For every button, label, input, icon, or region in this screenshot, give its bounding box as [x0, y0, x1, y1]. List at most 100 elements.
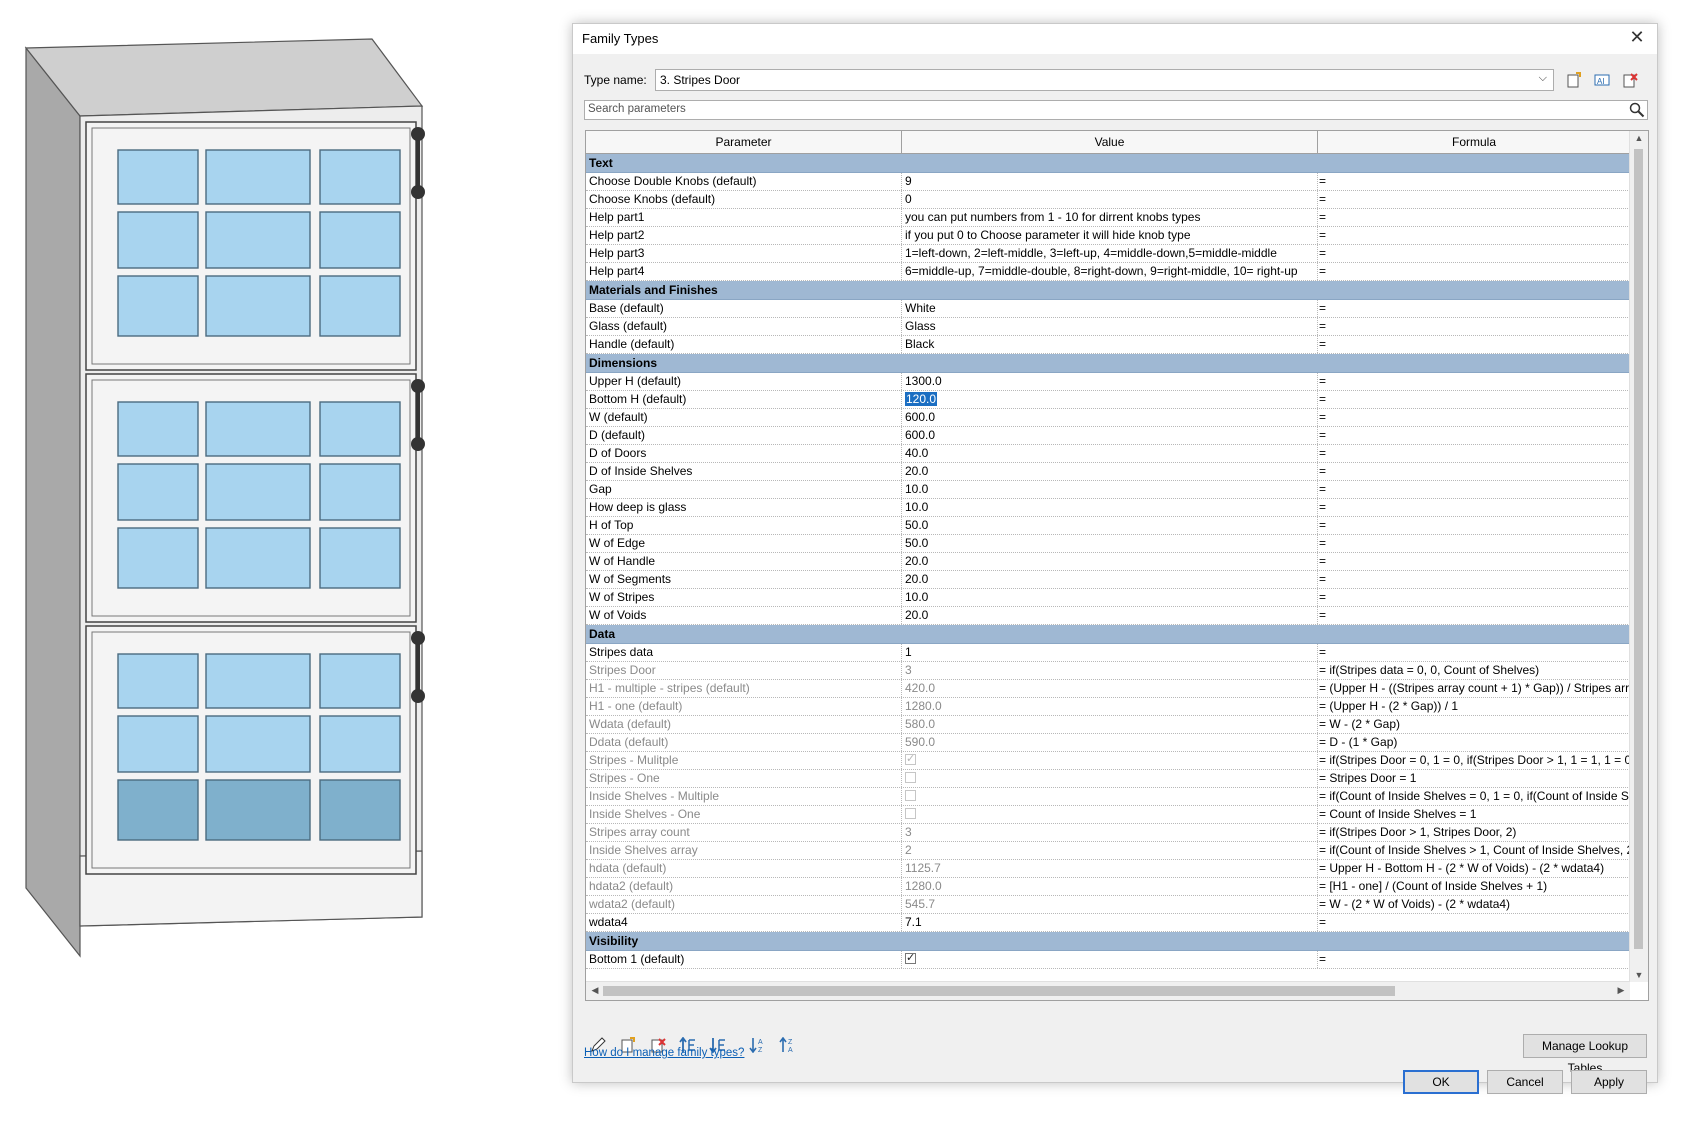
- apply-button[interactable]: Apply: [1571, 1070, 1647, 1094]
- parameter-name-cell[interactable]: D of Doors: [586, 445, 902, 462]
- parameter-value-cell[interactable]: 0: [902, 191, 1318, 208]
- formula-cell[interactable]: =: [1318, 263, 1630, 280]
- formula-cell[interactable]: = if(Stripes Door = 0, 1 = 0, if(Stripes…: [1318, 752, 1630, 769]
- formula-cell[interactable]: = W - (2 * W of Voids) - (2 * wdata4): [1318, 896, 1630, 913]
- formula-cell[interactable]: =: [1318, 245, 1630, 262]
- ok-button[interactable]: OK: [1403, 1070, 1479, 1094]
- parameter-value-cell[interactable]: 6=middle-up, 7=middle-double, 8=right-do…: [902, 263, 1318, 280]
- table-row[interactable]: W of Stripes 10.0 =: [586, 589, 1630, 607]
- parameter-name-cell[interactable]: Stripes array count: [586, 824, 902, 841]
- parameter-name-cell[interactable]: wdata4: [586, 914, 902, 931]
- parameter-name-cell[interactable]: Bottom H (default): [586, 391, 902, 408]
- table-row[interactable]: Base (default) White =: [586, 300, 1630, 318]
- table-row[interactable]: H1 - one (default) 1280.0 = (Upper H - (2 …: [586, 698, 1630, 716]
- table-row[interactable]: Help part4 6=middle-up, 7=middle-double, …: [586, 263, 1630, 281]
- parameter-name-cell[interactable]: Inside Shelves array: [586, 842, 902, 859]
- formula-cell[interactable]: = D - (1 * Gap): [1318, 734, 1630, 751]
- parameter-value-cell[interactable]: Glass: [902, 318, 1318, 335]
- parameter-value-cell[interactable]: 10.0: [902, 499, 1318, 516]
- parameter-value-cell[interactable]: 20.0: [902, 571, 1318, 588]
- formula-cell[interactable]: =: [1318, 644, 1630, 661]
- parameter-name-cell[interactable]: Handle (default): [586, 336, 902, 353]
- group-header[interactable]: Text: [586, 154, 1630, 173]
- formula-cell[interactable]: = if(Stripes Door > 1, Stripes Door, 2): [1318, 824, 1630, 841]
- parameter-name-cell[interactable]: W of Handle: [586, 553, 902, 570]
- formula-cell[interactable]: = if(Count of Inside Shelves = 0, 1 = 0,…: [1318, 788, 1630, 805]
- horizontal-scroll-thumb[interactable]: [603, 986, 1395, 996]
- group-header[interactable]: Data: [586, 625, 1630, 644]
- parameter-name-cell[interactable]: Bottom 1 (default): [586, 951, 902, 968]
- table-row[interactable]: D of Doors 40.0 =: [586, 445, 1630, 463]
- formula-cell[interactable]: =: [1318, 553, 1630, 570]
- parameter-value-cell[interactable]: 600.0: [902, 427, 1318, 444]
- formula-cell[interactable]: =: [1318, 445, 1630, 462]
- formula-cell[interactable]: =: [1318, 173, 1630, 190]
- formula-cell[interactable]: = (Upper H - (2 * Gap)) / 1: [1318, 698, 1630, 715]
- close-icon[interactable]: ✕: [1627, 27, 1647, 48]
- parameter-name-cell[interactable]: Stripes data: [586, 644, 902, 661]
- formula-cell[interactable]: =: [1318, 607, 1630, 624]
- table-row[interactable]: Bottom 1 (default) =: [586, 951, 1630, 969]
- formula-cell[interactable]: = [H1 - one] / (Count of Inside Shelves …: [1318, 878, 1630, 895]
- table-row[interactable]: hdata (default) 1125.7 = Upper H - Bottom …: [586, 860, 1630, 878]
- group-header[interactable]: Materials and Finishes: [586, 281, 1630, 300]
- parameter-name-cell[interactable]: Inside Shelves - Multiple: [586, 788, 902, 805]
- parameter-name-cell[interactable]: hdata (default): [586, 860, 902, 877]
- formula-cell[interactable]: =: [1318, 227, 1630, 244]
- column-header-formula[interactable]: Formula: [1318, 131, 1630, 153]
- parameter-name-cell[interactable]: D (default): [586, 427, 902, 444]
- parameter-name-cell[interactable]: D of Inside Shelves: [586, 463, 902, 480]
- formula-cell[interactable]: = if(Count of Inside Shelves > 1, Count …: [1318, 842, 1630, 859]
- vertical-scrollbar[interactable]: ▲ ▼: [1629, 131, 1648, 982]
- parameter-name-cell[interactable]: Upper H (default): [586, 373, 902, 390]
- table-row[interactable]: D (default) 600.0 =: [586, 427, 1630, 445]
- delete-type-icon[interactable]: [1620, 70, 1640, 90]
- table-row[interactable]: Wdata (default) 580.0 = W - (2 * Gap): [586, 716, 1630, 734]
- table-row[interactable]: wdata2 (default) 545.7 = W - (2 * W of Voi…: [586, 896, 1630, 914]
- parameter-name-cell[interactable]: hdata2 (default): [586, 878, 902, 895]
- parameter-value-cell[interactable]: 20.0: [902, 553, 1318, 570]
- table-row[interactable]: Help part1 you can put numbers from 1 - 1…: [586, 209, 1630, 227]
- parameter-name-cell[interactable]: Choose Double Knobs (default): [586, 173, 902, 190]
- parameter-value-cell[interactable]: [902, 951, 1318, 968]
- formula-cell[interactable]: =: [1318, 914, 1630, 931]
- formula-cell[interactable]: = Stripes Door = 1: [1318, 770, 1630, 787]
- parameter-value-cell[interactable]: 9: [902, 173, 1318, 190]
- table-row[interactable]: Inside Shelves - One = Count of Inside Sh…: [586, 806, 1630, 824]
- parameter-name-cell[interactable]: Glass (default): [586, 318, 902, 335]
- parameter-name-cell[interactable]: H of Top: [586, 517, 902, 534]
- formula-cell[interactable]: = W - (2 * Gap): [1318, 716, 1630, 733]
- manage-lookup-tables-button[interactable]: Manage Lookup Tables: [1523, 1034, 1647, 1075]
- table-row[interactable]: How deep is glass 10.0 =: [586, 499, 1630, 517]
- search-icon[interactable]: [1629, 102, 1645, 123]
- formula-cell[interactable]: =: [1318, 951, 1630, 968]
- parameter-value-cell[interactable]: if you put 0 to Choose parameter it will…: [902, 227, 1318, 244]
- table-row[interactable]: Ddata (default) 590.0 = D - (1 * Gap): [586, 734, 1630, 752]
- rename-type-icon[interactable]: AI: [1592, 70, 1612, 90]
- formula-cell[interactable]: =: [1318, 535, 1630, 552]
- table-row[interactable]: Glass (default) Glass =: [586, 318, 1630, 336]
- help-link[interactable]: How do I manage family types?: [584, 1047, 744, 1059]
- table-row[interactable]: Stripes - One = Stripes Door = 1: [586, 770, 1630, 788]
- parameter-value-cell[interactable]: Black: [902, 336, 1318, 353]
- parameter-value-cell[interactable]: 1300.0: [902, 373, 1318, 390]
- formula-cell[interactable]: =: [1318, 300, 1630, 317]
- parameter-name-cell[interactable]: Help part2: [586, 227, 902, 244]
- formula-cell[interactable]: =: [1318, 589, 1630, 606]
- table-row[interactable]: Inside Shelves array 2 = if(Count of Insid…: [586, 842, 1630, 860]
- table-row[interactable]: Choose Knobs (default) 0 =: [586, 191, 1630, 209]
- table-row[interactable]: Inside Shelves - Multiple = if(Count of I…: [586, 788, 1630, 806]
- parameter-name-cell[interactable]: wdata2 (default): [586, 896, 902, 913]
- parameter-name-cell[interactable]: Ddata (default): [586, 734, 902, 751]
- parameter-value-cell[interactable]: 7.1: [902, 914, 1318, 931]
- table-row[interactable]: hdata2 (default) 1280.0 = [H1 - one] / (Co…: [586, 878, 1630, 896]
- formula-cell[interactable]: = if(Stripes data = 0, 0, Count of Shelv…: [1318, 662, 1630, 679]
- table-row[interactable]: Gap 10.0 =: [586, 481, 1630, 499]
- table-row[interactable]: Help part3 1=left-down, 2=left-middle, 3=…: [586, 245, 1630, 263]
- formula-cell[interactable]: =: [1318, 571, 1630, 588]
- parameter-name-cell[interactable]: Choose Knobs (default): [586, 191, 902, 208]
- type-name-dropdown[interactable]: 3. Stripes Door ⌵: [655, 69, 1554, 91]
- formula-cell[interactable]: =: [1318, 209, 1630, 226]
- formula-cell[interactable]: =: [1318, 318, 1630, 335]
- formula-cell[interactable]: =: [1318, 391, 1630, 408]
